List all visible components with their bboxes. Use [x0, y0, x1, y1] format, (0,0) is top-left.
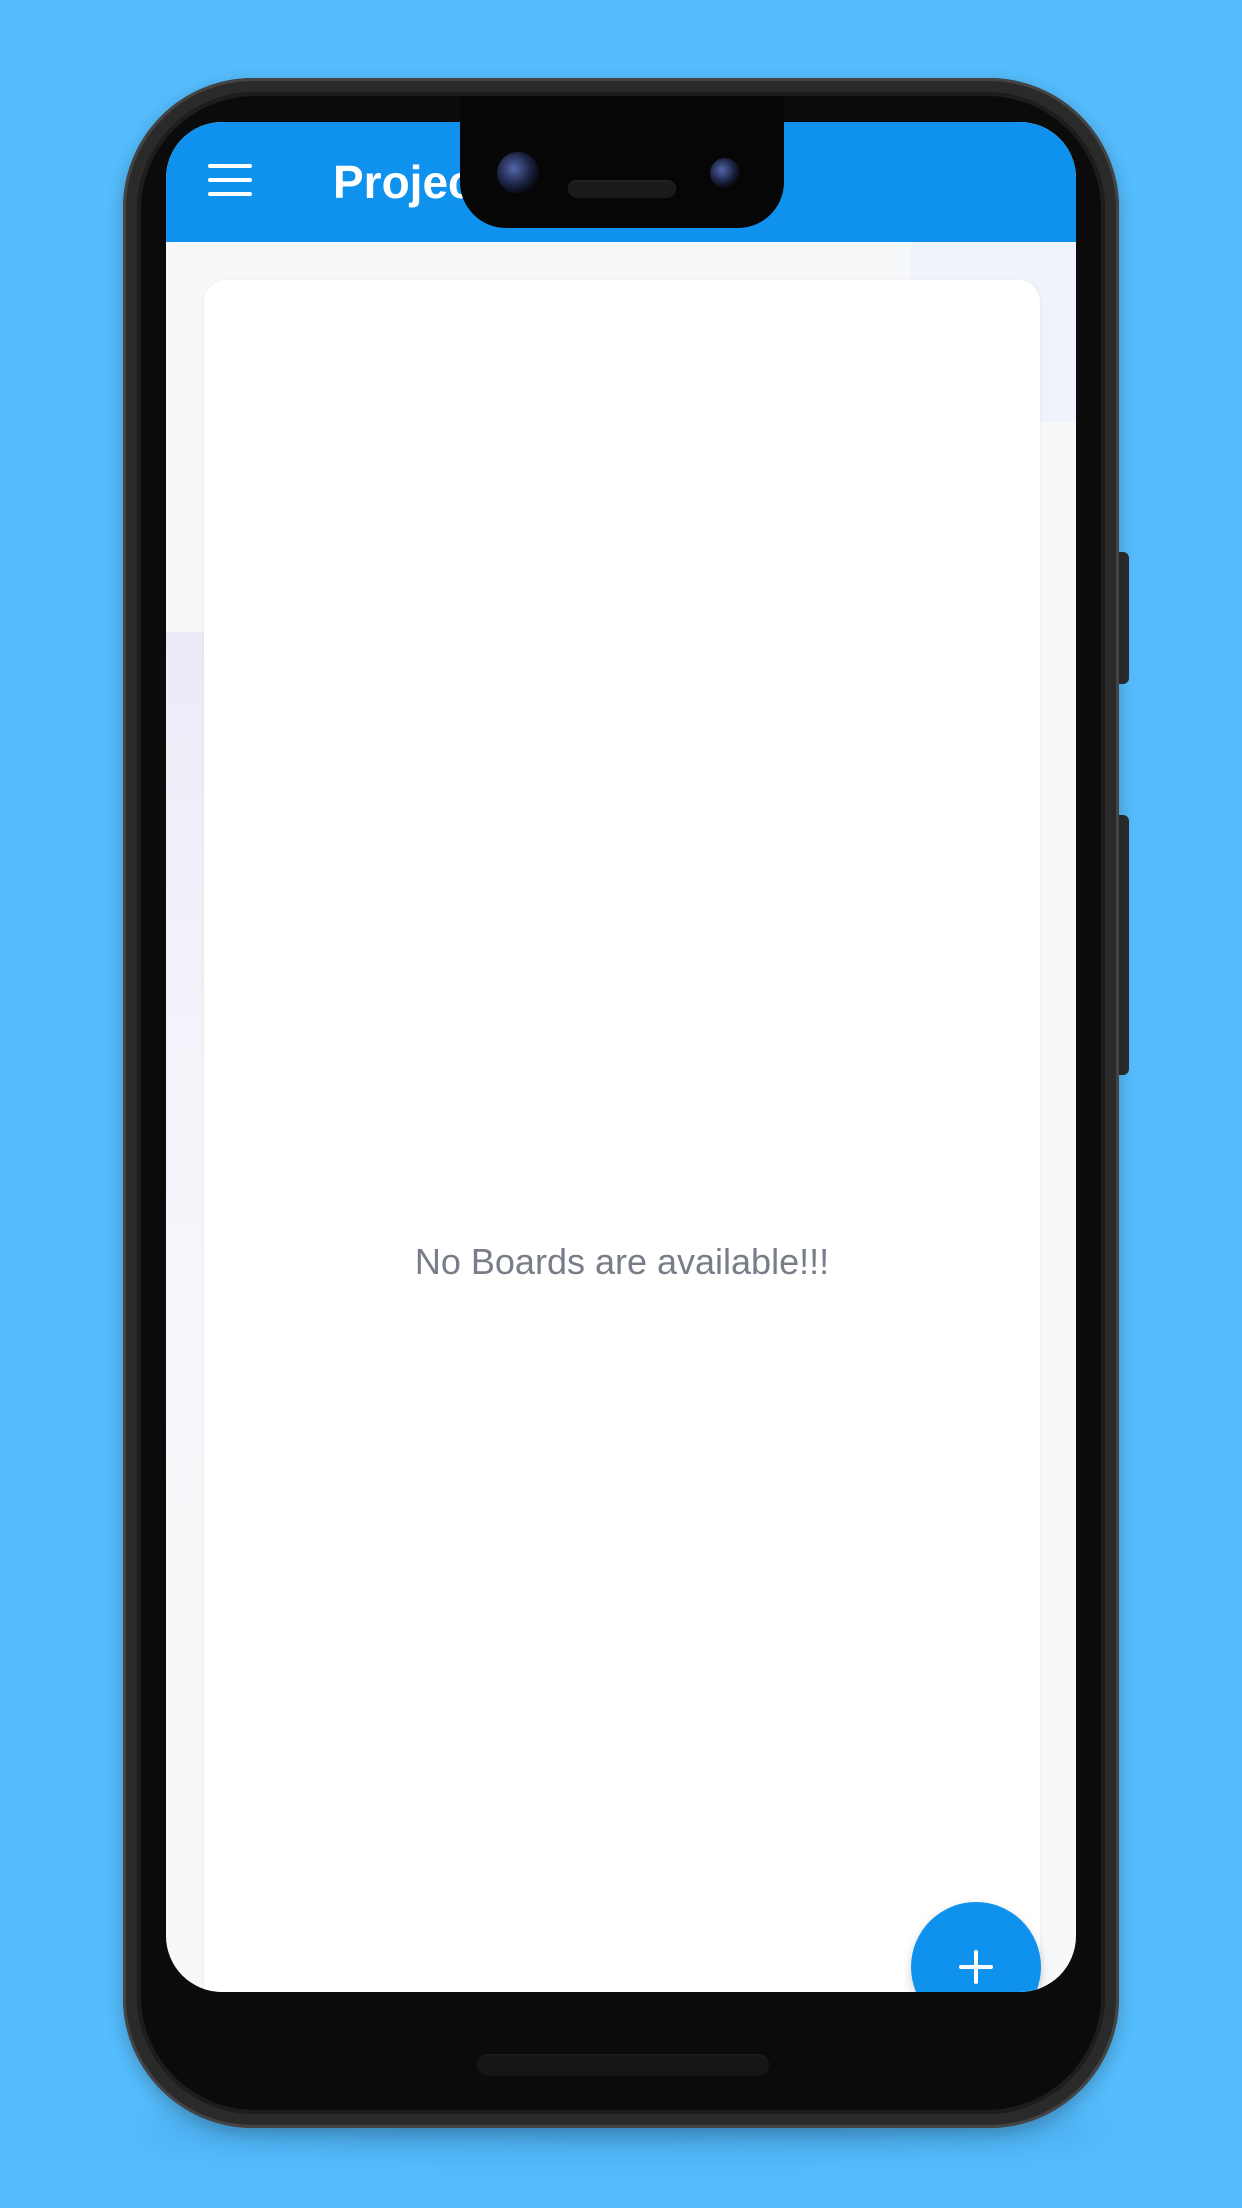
page-title: Projec — [333, 156, 474, 208]
background-shape — [166, 632, 206, 1632]
menu-icon-line — [208, 164, 252, 168]
home-indicator — [477, 2054, 769, 2076]
menu-icon-line — [208, 192, 252, 196]
empty-state-message: No Boards are available!!! — [414, 1241, 830, 1282]
menu-icon[interactable] — [208, 164, 252, 196]
menu-icon-line — [208, 178, 252, 182]
front-camera-icon — [497, 152, 539, 194]
add-icon — [959, 1950, 993, 1984]
secondary-camera-icon — [710, 158, 740, 188]
camera-notch — [460, 96, 784, 228]
power-button — [1119, 552, 1129, 684]
boards-card: No Boards are available!!! — [204, 280, 1040, 1992]
earpiece-speaker — [568, 180, 676, 198]
volume-button — [1119, 815, 1129, 1075]
app-screen: Projec No Boards are available!!! — [166, 122, 1076, 1992]
